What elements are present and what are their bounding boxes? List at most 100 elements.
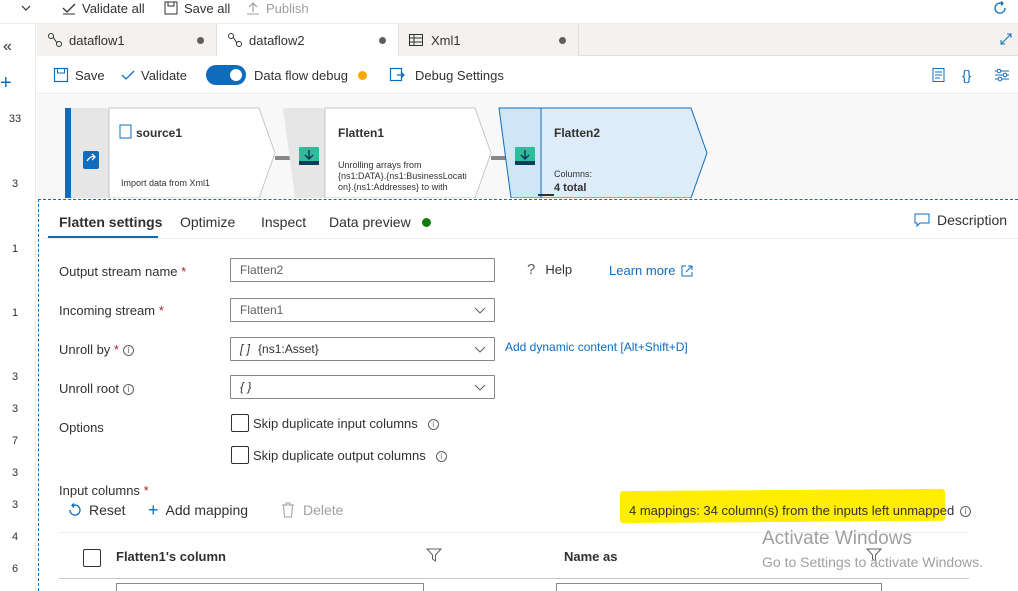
delete-label: Delete	[303, 502, 344, 518]
info-icon[interactable]: i	[435, 451, 447, 463]
info-icon[interactable]: i	[427, 419, 439, 431]
preview-status-dot-icon	[421, 218, 431, 227]
rail-count: 3	[11, 499, 19, 511]
column-header-name-as: Name as	[564, 549, 618, 564]
activate-windows-watermark: Activate Windows	[762, 528, 912, 549]
skip-input-label: Skip duplicate input columns i	[253, 416, 439, 431]
save-button[interactable]: Save	[53, 56, 105, 94]
add-resource-icon[interactable]: +	[0, 72, 12, 95]
rail-count: 1	[11, 307, 19, 319]
rail-count: 4	[11, 531, 19, 543]
skip-output-checkbox[interactable]	[231, 446, 249, 464]
help-button[interactable]: ? Help	[527, 261, 572, 278]
debug-switch[interactable]	[206, 65, 246, 85]
dataflow-canvas[interactable]: source1 Import data from Xml1 Flatten1 U…	[37, 95, 1018, 198]
unroll-by-select[interactable]: [ ] {ns1:Asset}	[230, 337, 495, 361]
incoming-stream-text: Incoming stream	[59, 303, 156, 318]
validate-button[interactable]: Validate	[121, 56, 187, 94]
incoming-stream-value: Flatten1	[240, 303, 284, 317]
tab-inspect[interactable]: Inspect	[261, 214, 306, 230]
mappings-status-text: 4 mappings: 34 column(s) from the inputs…	[629, 503, 955, 518]
unroll-root-select[interactable]: { }	[230, 375, 495, 399]
chevron-down-icon	[474, 384, 486, 391]
select-all-checkbox[interactable]	[83, 549, 101, 567]
rail-count: 3	[11, 178, 19, 190]
info-icon[interactable]: i	[122, 384, 134, 396]
input-columns-text: Input columns	[59, 483, 140, 498]
checkmark-icon	[121, 70, 135, 80]
rail-count: 3	[11, 467, 19, 479]
filter-icon[interactable]	[425, 548, 443, 565]
add-dynamic-content-link[interactable]: Add dynamic content [Alt+Shift+D]	[505, 340, 688, 354]
help-icon: ?	[527, 261, 536, 278]
expand-icon[interactable]	[1000, 33, 1012, 48]
unroll-by-value: {ns1:Asset}	[258, 342, 319, 356]
chevron-down-icon	[474, 346, 486, 353]
column-header-source: Flatten1's column	[116, 549, 226, 564]
save-label: Save	[75, 67, 105, 83]
node-source1-text: Import data from Xml1	[121, 178, 211, 188]
data-flow-debug-toggle[interactable]: Data flow debug	[206, 56, 367, 94]
tab-data-preview[interactable]: Data preview	[329, 214, 431, 230]
data-preview-label: Data preview	[329, 214, 411, 230]
tab-label: dataflow1	[69, 32, 125, 48]
unroll-root-value: { }	[240, 380, 252, 394]
output-stream-name-input[interactable]: Flatten2	[230, 258, 495, 282]
node-flatten2-title[interactable]: Flatten2	[554, 126, 600, 140]
name-as-input[interactable]	[556, 583, 882, 591]
unroll-root-text: Unroll root	[59, 381, 119, 396]
tab-optimize[interactable]: Optimize	[180, 214, 235, 230]
required-marker: *	[113, 342, 119, 357]
incoming-stream-select[interactable]: Flatten1	[230, 298, 495, 322]
code-view-icon[interactable]	[931, 56, 947, 94]
node-flatten1-text-line: Unrolling arrays from	[338, 160, 422, 170]
reset-icon	[69, 503, 81, 516]
debug-settings-icon	[389, 67, 405, 82]
unsaved-dot-icon	[379, 37, 386, 44]
skip-output-text: Skip duplicate output columns	[253, 448, 426, 463]
tab-xml1[interactable]: Xml1	[399, 24, 579, 56]
publish-button[interactable]: Publish	[246, 0, 309, 16]
add-mapping-button[interactable]: + Add mapping	[148, 501, 249, 519]
output-stream-name-text: Output stream name	[59, 264, 178, 279]
tab-dataflow2[interactable]: dataflow2	[217, 24, 399, 56]
delete-button[interactable]: Delete	[281, 502, 343, 518]
rail-count: 7	[11, 435, 19, 447]
rail-count: 3	[11, 371, 19, 383]
output-stream-name-value: Flatten2	[240, 263, 284, 277]
reset-button[interactable]: Reset	[67, 502, 126, 518]
save-all-button[interactable]: Save all	[164, 0, 230, 16]
info-icon[interactable]: i	[960, 506, 972, 518]
add-mapping-label: Add mapping	[165, 502, 249, 518]
trash-icon	[282, 502, 294, 518]
debug-settings-label: Debug Settings	[415, 67, 504, 83]
refresh-icon[interactable]	[992, 0, 1008, 16]
info-icon[interactable]: i	[122, 345, 134, 357]
node-source1-title[interactable]: source1	[136, 126, 182, 140]
reset-label: Reset	[89, 502, 126, 518]
node-flatten1-title[interactable]: Flatten1	[338, 126, 384, 140]
tab-label: dataflow2	[249, 32, 305, 48]
debug-settings-button[interactable]: Debug Settings	[389, 56, 504, 94]
learn-more-link[interactable]: Learn more	[609, 263, 693, 278]
tab-divider	[44, 238, 1018, 239]
collapse-chevron-icon[interactable]	[20, 0, 32, 16]
tab-dataflow1[interactable]: dataflow1	[37, 24, 217, 56]
validate-all-label: Validate all	[82, 0, 145, 16]
json-icon[interactable]: {}	[962, 56, 971, 94]
description-button[interactable]: Description	[914, 212, 1007, 228]
mappings-status: 4 mappings: 34 column(s) from the inputs…	[629, 503, 972, 518]
source-column-dropdown[interactable]	[116, 583, 424, 591]
node-flatten2-columns-value: 4 total	[554, 182, 587, 194]
validate-all-button[interactable]: Validate all	[62, 0, 145, 16]
required-marker: *	[158, 303, 164, 318]
skip-input-checkbox[interactable]	[231, 414, 249, 432]
unroll-by-text: Unroll by	[59, 342, 111, 357]
tab-flatten-settings[interactable]: Flatten settings	[59, 214, 162, 230]
publish-label: Publish	[266, 0, 309, 16]
save-all-label: Save all	[184, 0, 231, 16]
properties-icon[interactable]	[994, 56, 1010, 94]
collapse-double-chevron-icon[interactable]: «	[3, 38, 12, 56]
rail-count: 1	[11, 243, 19, 255]
node-flatten1-text-line: {ns1:DATA}.{ns1:BusinessLocati	[338, 171, 467, 181]
